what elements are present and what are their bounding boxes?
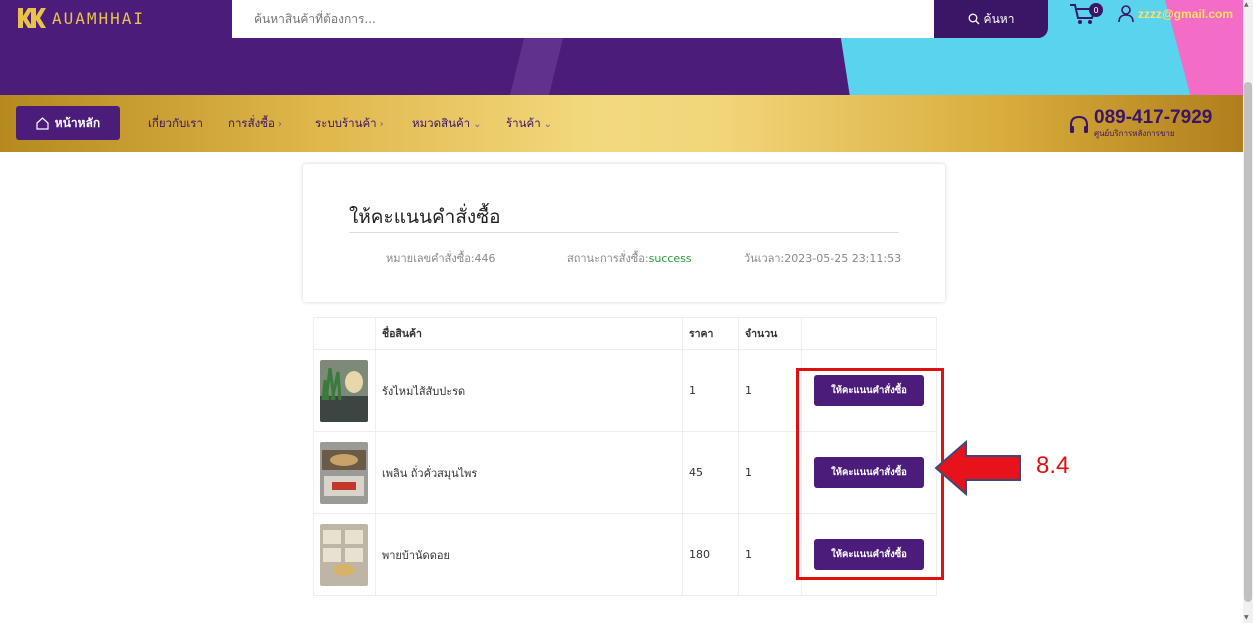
chevron-right-icon: › (379, 119, 384, 130)
table-header-row: ชื่อสินค้า ราคา จำนวน (313, 317, 937, 350)
chevron-down-icon: ⌄ (543, 119, 553, 130)
product-price: 180 (682, 513, 739, 596)
nav-item-shop-system[interactable]: ระบบร้านค้า › (315, 115, 384, 133)
search-icon (968, 13, 980, 25)
search-input[interactable] (232, 0, 934, 38)
order-summary-card: ให้คะแนนคำสั่งซื้อ หมายเลขคำสั่งซื้อ:446… (303, 164, 945, 302)
search-button[interactable]: ค้นหา (934, 0, 1048, 38)
scrollbar-thumb[interactable] (1244, 82, 1252, 602)
nav-home-label: หน้าหลัก (54, 115, 101, 130)
cart-count-badge: 0 (1089, 3, 1103, 17)
home-icon (36, 116, 49, 130)
column-header-action (801, 317, 937, 350)
order-number: หมายเลขคำสั่งซื้อ:446 (386, 252, 496, 265)
annotation-step-label: 8.4 (1036, 452, 1070, 479)
search-button-label: ค้นหา (983, 11, 1015, 26)
product-thumbnail[interactable] (320, 359, 368, 422)
column-header-image (313, 317, 376, 350)
user-account[interactable]: zzzz@gmail.com (1118, 5, 1233, 23)
product-qty: 1 (738, 431, 802, 514)
order-status: สถานะการสั่งซื้อ:success (567, 252, 692, 265)
user-icon (1118, 5, 1134, 23)
nav-item-orders[interactable]: การสั่งซื้อ › (228, 115, 282, 133)
product-price: 45 (682, 431, 739, 514)
page-title: ให้คะแนนคำสั่งซื้อ (349, 206, 501, 228)
product-name: เพลิน ถั่วคั่วสมุนไพร (375, 431, 683, 514)
logo-text: AUAMHHAI (52, 8, 146, 28)
status-badge: success (648, 252, 692, 265)
nav-item-stores[interactable]: ร้านค้า ⌄ (506, 115, 552, 133)
nav-item-categories[interactable]: หมวดสินค้า ⌄ (412, 115, 482, 133)
chevron-down-icon: ⌄ (473, 119, 482, 130)
table-cell-image (313, 431, 376, 514)
logo-icon (18, 8, 46, 28)
site-logo[interactable]: AUAMHHAI (18, 6, 145, 30)
table-cell-image (313, 349, 376, 432)
column-header-price: ราคา (682, 317, 739, 350)
hotline[interactable]: 089-417-7929 ศูนย์บริการหลังการขาย (1068, 107, 1213, 140)
nav-item-about[interactable]: เกี่ยวกับเรา (148, 115, 203, 133)
divider (349, 232, 899, 233)
nav-home-button[interactable]: หน้าหลัก (16, 106, 120, 140)
product-thumbnail[interactable] (320, 523, 368, 586)
column-header-qty: จำนวน (738, 317, 802, 350)
table-cell-image (313, 513, 376, 596)
product-qty: 1 (738, 513, 802, 596)
product-thumbnail[interactable] (320, 441, 368, 504)
hotline-subtitle: ศูนย์บริการหลังการขาย (1094, 129, 1175, 138)
user-email: zzzz@gmail.com (1138, 7, 1234, 21)
scroll-down-icon[interactable]: ▼ (1244, 614, 1249, 621)
product-price: 1 (682, 349, 739, 432)
product-name: รังไหมไส้สับปะรด (375, 349, 683, 432)
order-datetime: วันเวลา:2023-05-25 23:11:53 (744, 252, 902, 265)
hotline-phone: 089-417-7929 (1094, 107, 1213, 128)
main-nav: หน้าหลัก เกี่ยวกับเรา การสั่งซื้อ › ระบบร… (0, 95, 1243, 152)
chevron-right-icon: › (277, 119, 282, 130)
column-header-name: ชื่อสินค้า (375, 317, 683, 350)
scroll-up-icon[interactable]: ▲ (1244, 1, 1249, 8)
product-qty: 1 (738, 349, 802, 432)
annotation-highlight-box (796, 368, 944, 580)
arrow-left-icon (934, 440, 1021, 496)
product-name: พายบ้านัดดอย (375, 513, 683, 596)
headset-icon (1070, 115, 1088, 133)
